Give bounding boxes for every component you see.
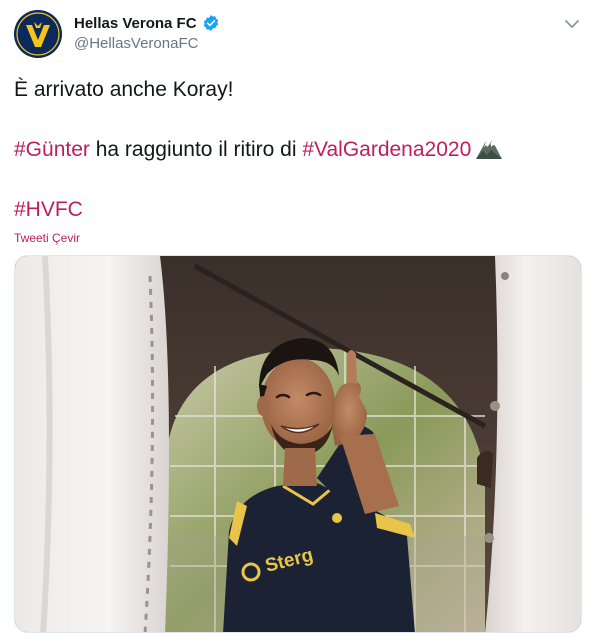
hellas-verona-crest-icon bbox=[14, 10, 62, 58]
account-handle[interactable]: @HellasVeronaFC bbox=[74, 35, 198, 52]
hashtag-valgardena2020[interactable]: #ValGardena2020 bbox=[302, 138, 471, 161]
translate-tweet-link[interactable]: Tweeti Çevir bbox=[14, 231, 80, 245]
display-name[interactable]: Hellas Verona FC bbox=[74, 15, 197, 32]
chevron-down-icon[interactable] bbox=[562, 14, 582, 34]
avatar[interactable] bbox=[14, 10, 62, 58]
mountain-emoji bbox=[476, 140, 503, 159]
name-row: Hellas Verona FC bbox=[74, 14, 220, 32]
tweet-line-2-text: ha raggiunto il ritiro di bbox=[89, 138, 303, 161]
tweet-line-1: È arrivato anche Koray! bbox=[14, 78, 234, 101]
tweet-header: Hellas Verona FC @HellasVeronaFC bbox=[14, 10, 584, 60]
hashtag-hvfc[interactable]: #HVFC bbox=[14, 196, 83, 224]
player-photo: Sterg bbox=[15, 256, 581, 632]
verified-badge-icon bbox=[203, 15, 218, 31]
tweet-card: Hellas Verona FC @HellasVeronaFC È arriv… bbox=[0, 0, 594, 643]
tweet-line-2: #Günter ha raggiunto il ritiro di #ValGa… bbox=[14, 136, 503, 164]
tweet-photo[interactable]: Sterg bbox=[14, 255, 582, 633]
hashtag-gunter[interactable]: #Günter bbox=[14, 138, 90, 161]
